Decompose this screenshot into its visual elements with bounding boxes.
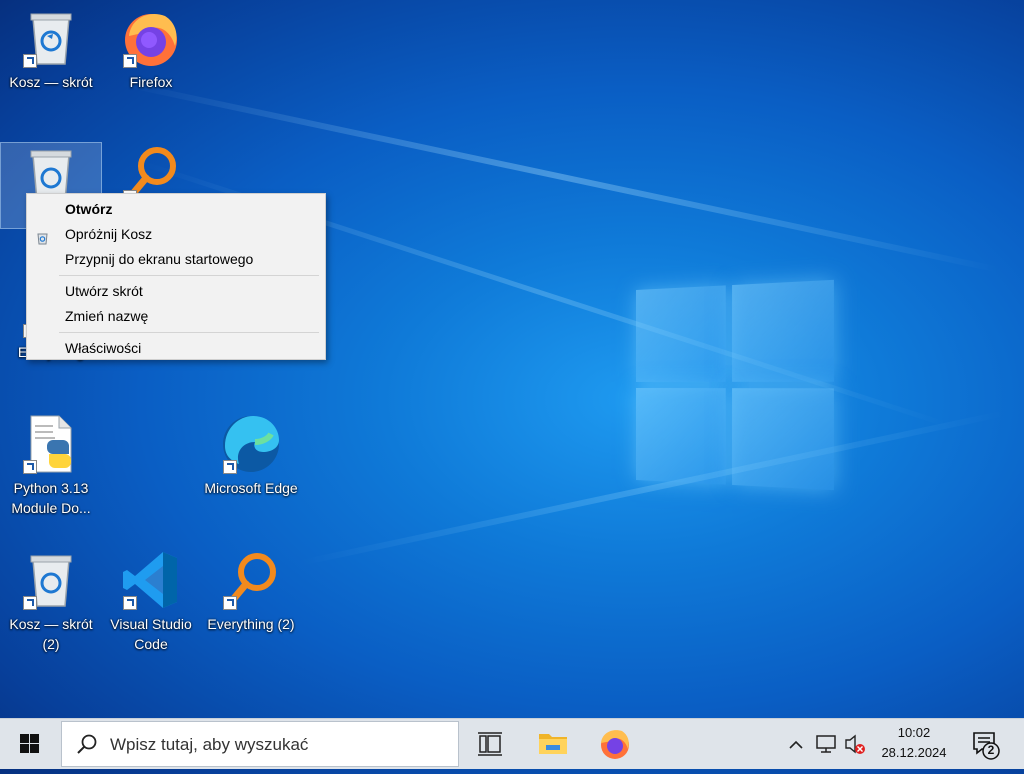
desktop-icon-label: Python 3.13 Module Do... (11, 480, 91, 516)
menu-item-create-shortcut[interactable]: Utwórz skrót (27, 279, 325, 304)
desktop[interactable]: Kosz — skrót Firefox Python 3.13 Module … (0, 0, 1024, 718)
folder-icon (539, 734, 567, 754)
menu-separator (59, 332, 319, 333)
desktop-icon-recycle-bin-shortcut[interactable]: Kosz — skrót (1, 6, 101, 92)
network-icon (816, 735, 836, 753)
desktop-icon-label: Microsoft Edge (204, 480, 298, 496)
task-view-button[interactable] (465, 719, 515, 769)
taskbar: Wpisz tutaj, aby wyszukać 10:02 28.12.20… (0, 718, 1024, 769)
menu-item-properties[interactable]: Właściwości (27, 336, 325, 361)
menu-item-rename[interactable]: Zmień nazwę (27, 304, 325, 329)
desktop-icon-label: Firefox (129, 74, 173, 90)
python-docs-icon (19, 412, 83, 476)
recycle-bin-icon (19, 6, 83, 70)
desktop-icon-python-docs[interactable]: Python 3.13 Module Do... (1, 412, 101, 518)
everything-icon (219, 548, 283, 612)
desktop-icon-label: Kosz — skrót (2) (9, 616, 93, 652)
notification-count-badge: 2 (987, 743, 995, 757)
desktop-icon-label: Kosz — skrót (9, 74, 93, 90)
desktop-icon-edge[interactable]: Microsoft Edge (201, 412, 301, 498)
recycle-bin-icon (36, 228, 49, 245)
vscode-icon (119, 548, 183, 612)
shortcut-arrow-icon (123, 54, 137, 68)
desktop-icon-firefox[interactable]: Firefox (101, 6, 201, 92)
desktop-icon-everything-2[interactable]: Everything (2) (201, 548, 301, 634)
menu-item-open[interactable]: Otwórz (27, 197, 325, 222)
edge-icon (219, 412, 283, 476)
desktop-icon-vscode[interactable]: Visual Studio Code (101, 548, 201, 654)
shortcut-arrow-icon (223, 460, 237, 474)
tray-network[interactable] (812, 719, 840, 769)
desktop-icon-recycle-bin-shortcut-2[interactable]: Kosz — skrót (2) (1, 548, 101, 654)
shortcut-arrow-icon (23, 54, 37, 68)
menu-item-label: Opróżnij Kosz (65, 226, 153, 242)
search-box[interactable]: Wpisz tutaj, aby wyszukać (61, 721, 459, 767)
search-icon (77, 734, 97, 754)
volume-muted-icon (845, 734, 865, 754)
task-view-icon (478, 732, 502, 756)
firefox-icon (601, 730, 629, 759)
action-center-button[interactable]: 2 (966, 719, 1006, 769)
tray-volume[interactable] (842, 719, 868, 769)
shortcut-arrow-icon (23, 460, 37, 474)
recycle-bin-icon (19, 548, 83, 612)
shortcut-arrow-icon (123, 596, 137, 610)
taskbar-file-explorer[interactable] (528, 719, 578, 769)
wallpaper-windows-logo (636, 279, 834, 491)
start-button[interactable] (0, 719, 60, 769)
windows-logo-icon (20, 734, 39, 753)
shortcut-arrow-icon (23, 596, 37, 610)
menu-item-pin-start[interactable]: Przypnij do ekranu startowego (27, 247, 325, 272)
menu-separator (59, 275, 319, 276)
clock-time: 10:02 (897, 725, 931, 740)
desktop-icon-label: Visual Studio Code (110, 616, 192, 652)
shortcut-arrow-icon (223, 596, 237, 610)
chevron-up-icon (789, 740, 803, 749)
menu-item-empty-bin[interactable]: Opróżnij Kosz (27, 222, 325, 247)
clock-date: 28.12.2024 (881, 745, 947, 760)
search-placeholder: Wpisz tutaj, aby wyszukać (110, 735, 309, 754)
taskbar-clock[interactable]: 10:02 28.12.2024 (868, 723, 960, 763)
firefox-icon (119, 6, 183, 70)
context-menu: Otwórz Opróżnij Kosz Przypnij do ekranu … (26, 193, 326, 360)
tray-show-hidden-icons[interactable] (784, 719, 808, 769)
desktop-icon-label: Everything (2) (207, 616, 295, 632)
taskbar-firefox[interactable] (590, 719, 640, 769)
